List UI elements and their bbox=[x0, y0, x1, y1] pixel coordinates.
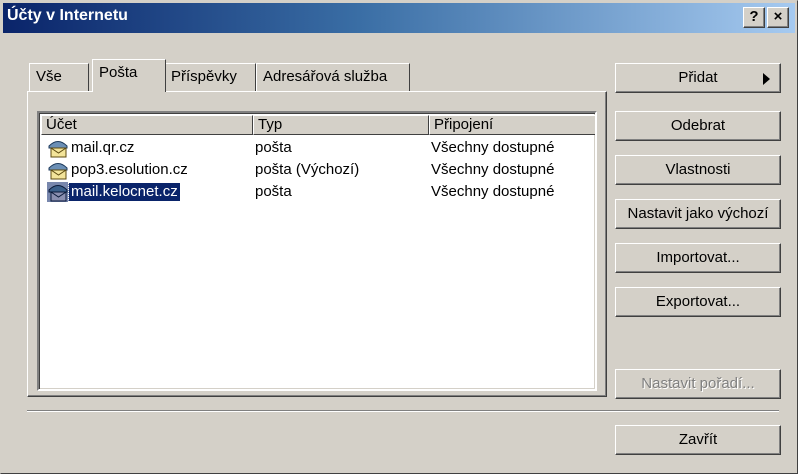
internet-accounts-window: Účty v Internetu ? × Vše Pošta Příspěvky… bbox=[0, 0, 798, 474]
column-header-account[interactable]: Účet bbox=[41, 115, 253, 135]
window-title: Účty v Internetu bbox=[7, 7, 128, 24]
set-default-button[interactable]: Nastavit jako výchozí bbox=[615, 199, 781, 229]
help-button[interactable]: ? bbox=[743, 7, 765, 28]
close-button[interactable]: Zavřít bbox=[615, 425, 781, 455]
import-button[interactable]: Importovat... bbox=[615, 243, 781, 273]
separator bbox=[27, 410, 779, 412]
list-header: Účet Typ Připojení bbox=[41, 115, 595, 135]
tab-news[interactable]: Příspěvky bbox=[164, 63, 256, 91]
table-row-selected[interactable]: mail.kelocnet.cz pošta Všechny dostupné bbox=[41, 181, 595, 203]
account-connection: Všechny dostupné bbox=[431, 139, 555, 156]
remove-button[interactable]: Odebrat bbox=[615, 111, 781, 141]
triangle-right-icon bbox=[763, 73, 770, 85]
close-window-button[interactable]: × bbox=[767, 7, 789, 28]
account-connection: Všechny dostupné bbox=[431, 161, 555, 178]
account-name: mail.qr.cz bbox=[71, 139, 135, 156]
tab-mail[interactable]: Pošta bbox=[92, 59, 166, 92]
account-name: pop3.esolution.cz bbox=[71, 161, 188, 178]
properties-button[interactable]: Vlastnosti bbox=[615, 155, 781, 185]
add-button-label: Přidat bbox=[678, 69, 718, 86]
mail-account-icon bbox=[47, 182, 69, 202]
account-type: pošta bbox=[255, 183, 292, 200]
account-connection: Všechny dostupné bbox=[431, 183, 555, 200]
tab-directory-service[interactable]: Adresářová služba bbox=[256, 63, 410, 91]
column-header-connection[interactable]: Připojení bbox=[429, 115, 595, 135]
account-type: pošta bbox=[255, 139, 292, 156]
accounts-list[interactable]: Účet Typ Připojení mail.qr.cz pošta Všec… bbox=[37, 111, 597, 391]
mail-account-icon bbox=[48, 163, 68, 180]
account-name: mail.kelocnet.cz bbox=[68, 182, 181, 202]
export-button[interactable]: Exportovat... bbox=[615, 287, 781, 317]
account-type: pošta (Výchozí) bbox=[255, 161, 360, 178]
set-order-button[interactable]: Nastavit pořadí... bbox=[615, 369, 781, 399]
table-row[interactable]: mail.qr.cz pošta Všechny dostupné bbox=[41, 137, 595, 159]
column-header-type[interactable]: Typ bbox=[253, 115, 429, 135]
mail-account-icon bbox=[48, 141, 68, 158]
tab-all[interactable]: Vše bbox=[29, 63, 89, 91]
add-button[interactable]: Přidat bbox=[615, 63, 781, 93]
title-bar: Účty v Internetu ? × bbox=[3, 3, 795, 33]
table-row[interactable]: pop3.esolution.cz pošta (Výchozí) Všechn… bbox=[41, 159, 595, 181]
